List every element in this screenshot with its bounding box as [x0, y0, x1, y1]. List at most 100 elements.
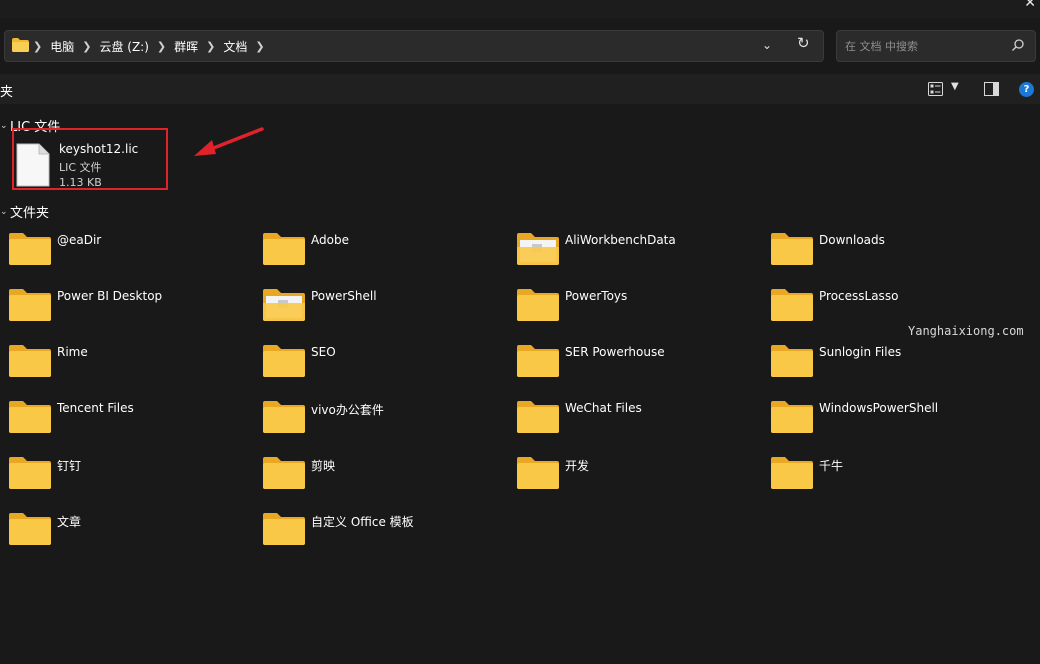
file-size: 1.13 KB: [59, 176, 102, 189]
command-bar: 夹 ▼ ?: [0, 74, 1040, 104]
folder-item[interactable]: 文章: [8, 506, 258, 556]
breadcrumb-item-documents[interactable]: 文档: [223, 38, 247, 55]
file-type: LIC 文件: [59, 161, 102, 174]
folder-icon: [517, 345, 559, 377]
search-icon[interactable]: [1011, 38, 1025, 52]
help-icon[interactable]: ?: [1019, 82, 1034, 97]
folder-icon: [9, 513, 51, 545]
red-arrow-annotation: [194, 127, 264, 156]
watermark: Yanghaixiong.com: [908, 324, 1024, 338]
folder-item[interactable]: Rime: [8, 338, 258, 388]
caret-down-icon[interactable]: ▼: [951, 81, 959, 92]
folder-icon: [263, 457, 305, 489]
folder-name: Rime: [57, 345, 88, 359]
folder-name: @eaDir: [57, 233, 102, 247]
folder-icon: [771, 233, 813, 265]
address-bar[interactable]: ❯ 电脑 ❯ 云盘 (Z:) ❯ 群晖 ❯ 文档 ❯ ⌄ ↻: [4, 30, 824, 62]
folder-icon: [263, 401, 305, 433]
folder-name: SER Powerhouse: [565, 345, 665, 359]
folder-icon: [9, 457, 51, 489]
breadcrumb-item-computer[interactable]: 电脑: [50, 38, 74, 55]
folder-icon: [517, 457, 559, 489]
folder-name: 文章: [57, 515, 82, 529]
folder-icon: [263, 289, 305, 321]
folder-name: PowerToys: [565, 289, 628, 303]
folder-name: Adobe: [311, 233, 349, 247]
folder-icon: [517, 289, 559, 321]
folder-icon: [771, 401, 813, 433]
details-pane-icon[interactable]: [984, 82, 999, 96]
chevron-right-icon[interactable]: ❯: [82, 40, 91, 53]
folder-name: 开发: [565, 459, 590, 473]
file-item-keyshot-lic[interactable]: keyshot12.lic LIC 文件 1.13 KB: [12, 128, 168, 190]
folder-name: vivo办公套件: [311, 403, 384, 417]
search-input[interactable]: [845, 38, 1005, 54]
folder-name: PowerShell: [311, 289, 377, 303]
folder-name: 千牛: [819, 459, 844, 473]
folder-icon: [517, 401, 559, 433]
folder-icon: [9, 401, 51, 433]
window-titlebar: ✕: [0, 0, 1040, 18]
folder-name: 自定义 Office 模板: [311, 515, 414, 529]
folder-name: Tencent Files: [57, 401, 134, 415]
folder-item[interactable]: PowerShell: [262, 282, 512, 332]
folder-item[interactable]: @eaDir: [8, 226, 258, 276]
group-header-folders[interactable]: ⌄ 文件夹: [0, 202, 49, 221]
chevron-right-icon[interactable]: ❯: [255, 40, 264, 53]
folder-name: ProcessLasso: [819, 289, 899, 303]
folder-icon: [771, 345, 813, 377]
folder-item[interactable]: vivo办公套件: [262, 394, 512, 444]
folder-item[interactable]: 自定义 Office 模板: [262, 506, 512, 556]
folder-icon: [771, 289, 813, 321]
folder-icon: [771, 457, 813, 489]
folder-item[interactable]: SER Powerhouse: [516, 338, 766, 388]
chevron-down-icon[interactable]: ⌄: [762, 38, 772, 52]
folder-item[interactable]: SEO: [262, 338, 512, 388]
folder-icon: [263, 513, 305, 545]
chevron-down-icon[interactable]: ⌄: [0, 207, 10, 217]
folder-name: WindowsPowerShell: [819, 401, 939, 415]
folder-name: AliWorkbenchData: [565, 233, 676, 247]
folder-icon: [9, 289, 51, 321]
folder-name: 钉钉: [57, 459, 82, 473]
breadcrumb-item-drive[interactable]: 云盘 (Z:): [99, 38, 148, 55]
folder-item[interactable]: WeChat Files: [516, 394, 766, 444]
refresh-icon[interactable]: ↻: [797, 34, 810, 52]
folder-icon: [9, 233, 51, 265]
folder-icon: [12, 38, 29, 52]
chevron-right-icon[interactable]: ❯: [206, 40, 215, 53]
folder-name: Downloads: [819, 233, 885, 247]
folder-item[interactable]: Adobe: [262, 226, 512, 276]
folder-icon: [263, 345, 305, 377]
view-options-icon[interactable]: [928, 82, 943, 96]
folder-icon: [9, 345, 51, 377]
chevron-right-icon[interactable]: ❯: [33, 40, 42, 53]
folder-item[interactable]: Tencent Files: [8, 394, 258, 444]
folder-name: 剪映: [311, 459, 336, 473]
breadcrumb: ❯ 电脑 ❯ 云盘 (Z:) ❯ 群晖 ❯ 文档 ❯: [33, 31, 273, 61]
document-icon: [16, 143, 50, 187]
folder-item[interactable]: WindowsPowerShell: [770, 394, 1020, 444]
folder-grid: @eaDir Adobe AliWorkbenchData Downloads Powe…: [0, 226, 1024, 566]
folder-item[interactable]: Sunlogin Files: [770, 338, 1020, 388]
breadcrumb-item-nas[interactable]: 群晖: [174, 38, 198, 55]
folder-item[interactable]: 千牛: [770, 450, 1020, 500]
folder-item[interactable]: 剪映: [262, 450, 512, 500]
view-title: 夹: [0, 85, 14, 100]
chevron-right-icon[interactable]: ❯: [157, 40, 166, 53]
folder-item[interactable]: Downloads: [770, 226, 1020, 276]
folder-name: SEO: [311, 345, 336, 359]
folder-item[interactable]: 钉钉: [8, 450, 258, 500]
folder-name: Sunlogin Files: [819, 345, 902, 359]
folder-item[interactable]: 开发: [516, 450, 766, 500]
folder-icon: [263, 233, 305, 265]
folder-item[interactable]: PowerToys: [516, 282, 766, 332]
file-name: keyshot12.lic: [59, 142, 139, 156]
close-icon[interactable]: ✕: [1024, 0, 1036, 11]
folder-name: WeChat Files: [565, 401, 642, 415]
chevron-down-icon[interactable]: ⌄: [0, 121, 10, 131]
folder-icon: [517, 233, 559, 265]
folder-item[interactable]: Power BI Desktop: [8, 282, 258, 332]
folder-item[interactable]: AliWorkbenchData: [516, 226, 766, 276]
group-title: 文件夹: [10, 206, 50, 221]
